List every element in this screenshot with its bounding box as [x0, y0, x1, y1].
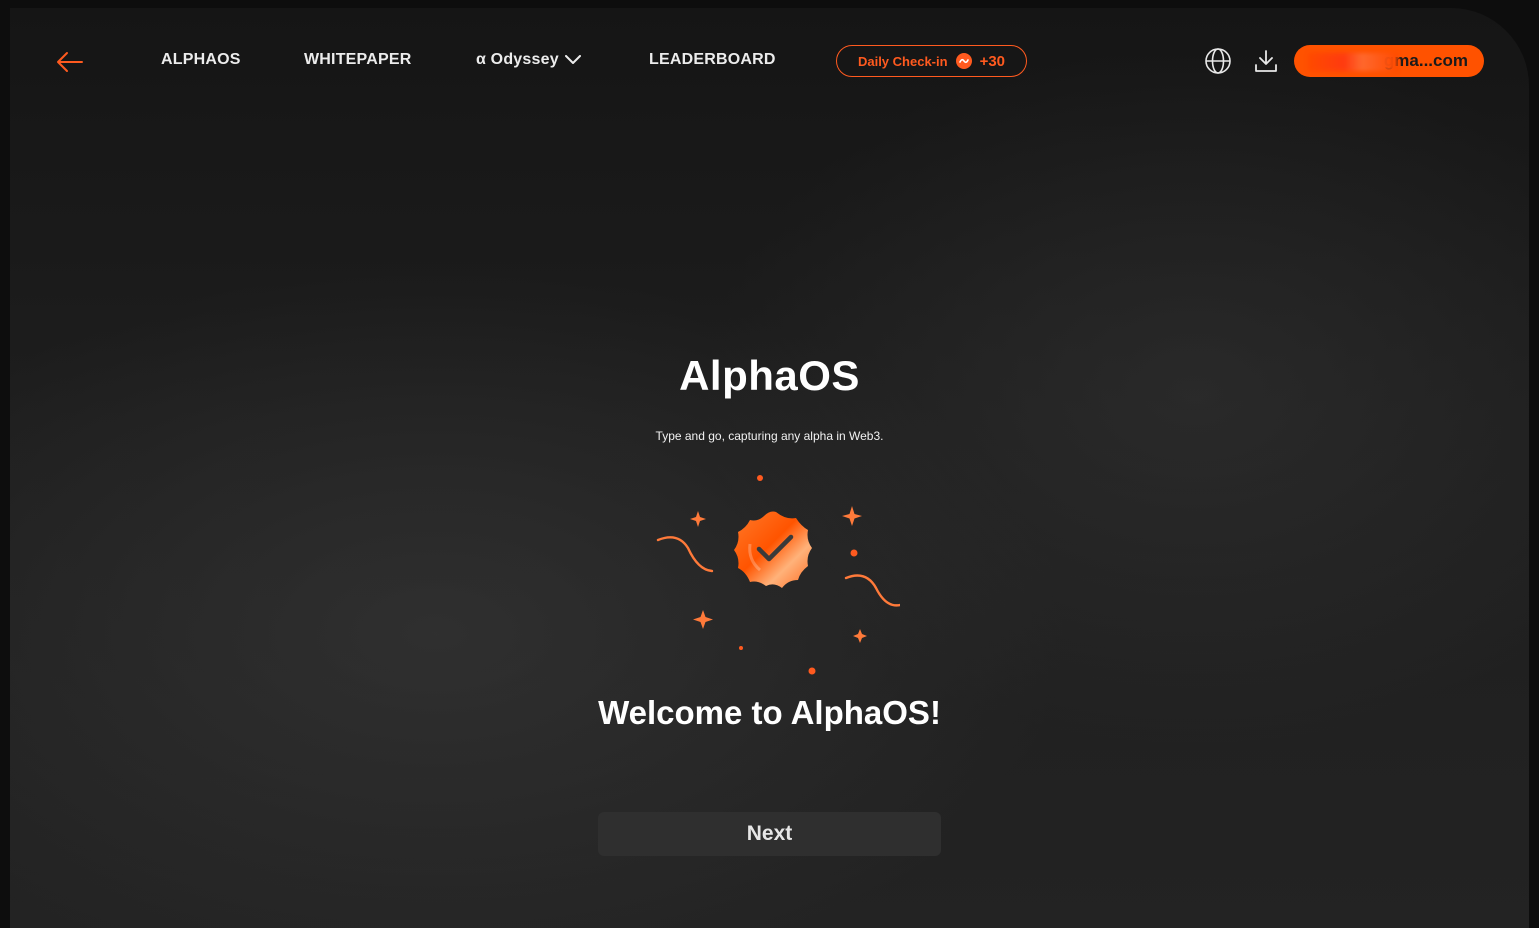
checkin-label: Daily Check-in	[857, 53, 948, 69]
page-title: AlphaOS	[679, 352, 860, 399]
checkin-points: +30	[979, 52, 1006, 70]
daily-checkin-button[interactable]: Daily Check-in +30	[836, 45, 1027, 77]
download-button[interactable]	[1251, 46, 1281, 76]
points-coin-icon	[955, 53, 972, 69]
nav-whitepaper[interactable]: WHITEPAPER	[304, 51, 411, 69]
welcome-heading: Welcome to AlphaOS!	[598, 694, 941, 731]
nav-odyssey-label: α Odyssey	[476, 51, 559, 68]
download-icon	[1255, 50, 1277, 72]
chevron-down-icon	[564, 55, 581, 64]
nav-leaderboard[interactable]: LEADERBOARD	[649, 51, 776, 69]
language-button[interactable]	[1203, 46, 1233, 76]
account-button[interactable]: gma...com	[1294, 45, 1484, 77]
verified-badge-icon	[656, 475, 900, 675]
nav-alphaos[interactable]: ALPHAOS	[161, 51, 241, 69]
nav-odyssey-dropdown[interactable]: α Odyssey	[476, 51, 581, 69]
page-subtitle: Type and go, capturing any alpha in Web3…	[655, 429, 884, 443]
back-button[interactable]	[54, 48, 84, 76]
redacted-email-mask	[1308, 53, 1398, 71]
next-button[interactable]: Next	[598, 812, 941, 856]
app-window: ALPHAOS WHITEPAPER α Odyssey LEADERBOARD…	[10, 8, 1529, 928]
top-nav: ALPHAOS WHITEPAPER α Odyssey LEADERBOARD…	[10, 8, 1529, 118]
globe-icon	[1205, 48, 1231, 74]
arrow-left-icon	[57, 52, 83, 72]
